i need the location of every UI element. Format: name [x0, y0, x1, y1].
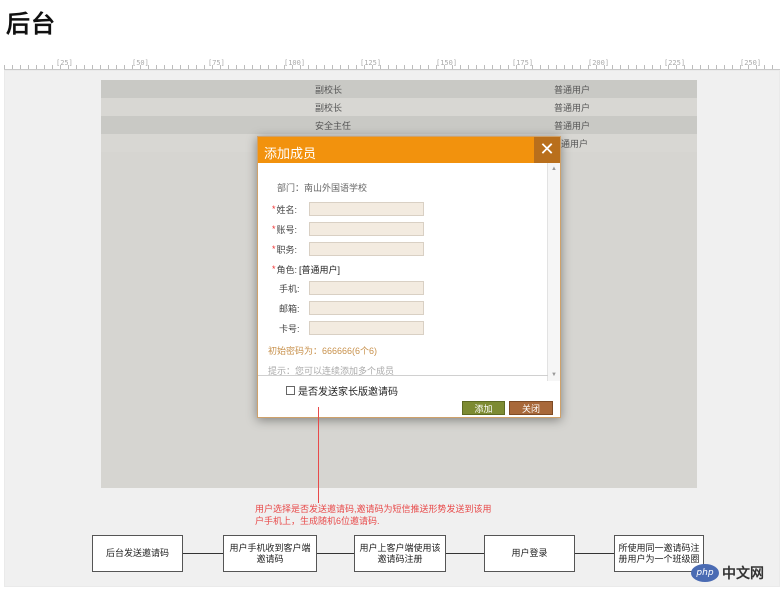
close-icon[interactable]: ✕ [534, 137, 560, 163]
card-input[interactable] [309, 321, 424, 335]
ruler: [25] [50] [75] [100] [125] [150] [175] [… [4, 59, 780, 70]
ruler-mark: [200] [588, 59, 610, 67]
ruler-mark: [125] [360, 59, 382, 67]
required-mark: * [272, 224, 276, 234]
scroll-down-icon[interactable]: ▼ [548, 369, 560, 381]
table-cell-type: 普通用户 [554, 84, 591, 95]
ruler-mark: [250] [740, 59, 762, 67]
divider [258, 375, 548, 376]
ruler-mark: [225] [664, 59, 686, 67]
table-cell-type: 普通用户 [554, 102, 591, 113]
role-row: * 角色: [普通用户] [272, 261, 442, 277]
add-member-dialog: 添加成员 ✕ 部门：南山外国语学校 * 姓名: * 账号: * 职务: * 角色… [257, 136, 561, 418]
name-label: 姓名: [276, 204, 298, 215]
ruler-mark: [175] [512, 59, 534, 67]
annotation-note: 用户选择是否发送邀请码,邀请码为短信推送形势发送到该用 户手机上，生成随机6位邀… [255, 503, 527, 527]
annotation-line-2: 户手机上，生成随机6位邀请码. [255, 516, 380, 526]
send-parent-invite-label: 是否发送家长版邀请码 [298, 387, 398, 398]
flow-step-receive-code: 用户手机收到客户端邀请码 [223, 535, 317, 572]
table-row[interactable]: 副校长 普通用户 [101, 98, 697, 116]
email-row: 邮箱: [279, 300, 449, 316]
dialog-body: 部门：南山外国语学校 * 姓名: * 账号: * 职务: * 角色: [普通用户… [258, 163, 560, 375]
required-mark: * [272, 264, 276, 274]
watermark-text: 中文网 [722, 566, 764, 582]
close-button[interactable]: 关闭 [509, 401, 553, 415]
flow-connector [446, 553, 484, 554]
name-input[interactable] [309, 202, 424, 216]
flow-connector [317, 553, 354, 554]
account-row: * 账号: [272, 221, 442, 237]
role-value: [普通用户] [299, 264, 341, 275]
ruler-mark: [25] [56, 59, 73, 67]
flow-step-register: 用户上客户端使用该邀请码注册 [354, 535, 446, 572]
department-label: 部门：南山外国语学校 [277, 182, 368, 193]
ruler-mark: [50] [132, 59, 149, 67]
table-row[interactable]: 安全主任 普通用户 [101, 116, 697, 134]
card-label: 卡号: [279, 323, 300, 334]
send-parent-invite-option[interactable]: 是否发送家长版邀请码 [286, 383, 398, 398]
table-cell-type: 通用户 [561, 138, 589, 149]
account-label: 账号: [276, 224, 298, 235]
initial-password-hint: 初始密码为：666666(6个6) [268, 346, 378, 356]
ruler-mark: [150] [436, 59, 458, 67]
ruler-mark: [75] [208, 59, 225, 67]
account-input[interactable] [309, 222, 424, 236]
required-mark: * [272, 204, 276, 214]
annotation-line-1: 用户选择是否发送邀请码,邀请码为短信推送形势发送到该用 [255, 504, 492, 514]
table-cell-type: 普通用户 [554, 120, 591, 131]
position-input[interactable] [309, 242, 424, 256]
table-cell-role: 安全主任 [315, 120, 352, 131]
annotation-connector [318, 407, 319, 503]
add-button[interactable]: 添加 [462, 401, 505, 415]
phone-input[interactable] [309, 281, 424, 295]
tip-text: 提示：您可以连续添加多个成员 [268, 366, 395, 375]
send-parent-invite-checkbox[interactable] [286, 386, 295, 395]
name-row: * 姓名: [272, 201, 442, 217]
phone-row: 手机: [279, 280, 449, 296]
card-row: 卡号: [279, 320, 449, 336]
table-cell-role: 副校长 [315, 102, 343, 113]
email-label: 邮箱: [279, 303, 300, 314]
phone-label: 手机: [279, 283, 300, 294]
scroll-up-icon[interactable]: ▲ [548, 163, 560, 175]
dialog-header: 添加成员 ✕ [258, 137, 560, 163]
watermark: php 中文网 [691, 563, 764, 583]
page-title: 后台 [6, 10, 56, 38]
dialog-title: 添加成员 [264, 147, 317, 162]
required-mark: * [272, 244, 276, 254]
flow-step-login: 用户登录 [484, 535, 575, 572]
php-logo-icon: php [691, 564, 719, 582]
position-row: * 职务: [272, 241, 442, 257]
table-cell-role: 副校长 [315, 84, 343, 95]
flow-step-send-invite: 后台发送邀请码 [92, 535, 183, 572]
table-row[interactable]: 副校长 普通用户 [101, 80, 697, 98]
position-label: 职务: [276, 244, 298, 255]
dialog-scrollbar[interactable]: ▲ ▼ [547, 163, 560, 381]
role-label: 角色: [276, 264, 298, 275]
flow-connector [183, 553, 223, 554]
flow-connector [575, 553, 614, 554]
ruler-mark: [100] [284, 59, 306, 67]
email-input[interactable] [309, 301, 424, 315]
